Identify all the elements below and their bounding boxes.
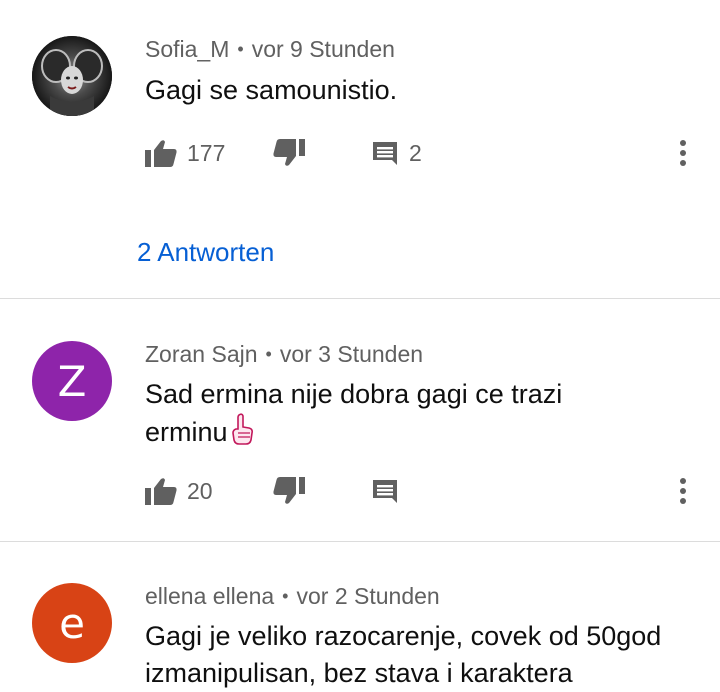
avatar-letter: e (59, 598, 85, 648)
avatar[interactable]: e (32, 583, 112, 663)
more-vertical-icon (680, 140, 686, 166)
divider (0, 541, 720, 542)
author-name[interactable]: Sofia_M (145, 36, 229, 62)
divider (0, 298, 720, 299)
avatar[interactable]: Z (32, 341, 112, 421)
comment-actions: 177 2 (0, 133, 720, 173)
separator-dot: • (282, 586, 289, 606)
pointing-up-emoji-icon (230, 413, 254, 455)
comment-icon (373, 142, 397, 165)
dislike-button[interactable] (273, 471, 305, 511)
comment-time: vor 3 Stunden (279, 341, 424, 367)
comment-meta: ellena ellena • vor 2 Stunden (145, 583, 440, 610)
reply-count: 2 (409, 139, 422, 166)
comment-text-segment: erminu (145, 417, 228, 447)
more-options-button[interactable] (668, 471, 698, 511)
author-name[interactable]: ellena ellena (145, 583, 274, 609)
comment-meta: Sofia_M • vor 9 Stunden (145, 36, 395, 63)
comment-time: vor 2 Stunden (296, 583, 440, 609)
like-button[interactable]: 20 (145, 471, 213, 511)
comment-text-line: erminu (145, 413, 705, 455)
reply-button[interactable] (371, 471, 399, 511)
like-button[interactable]: 177 (145, 133, 225, 173)
comment-text: Gagi se samounistio. (145, 75, 398, 105)
more-vertical-icon (680, 478, 686, 504)
comment-text: Sad ermina nije dobra gagi ce trazi ermi… (145, 376, 705, 455)
like-count: 20 (187, 477, 213, 504)
view-replies-link[interactable]: 2 Antworten (137, 237, 274, 268)
avatar[interactable] (32, 36, 112, 116)
like-count: 177 (187, 139, 226, 166)
comment-text: Gagi je veliko razocarenje, covek od 50g… (145, 618, 705, 692)
dislike-button[interactable] (273, 133, 305, 173)
photo-avatar-icon (32, 36, 112, 116)
comment-time: vor 9 Stunden (251, 36, 395, 62)
comment-text-line: Sad ermina nije dobra gagi ce trazi (145, 379, 563, 409)
separator-dot: • (265, 344, 272, 364)
author-name[interactable]: Zoran Sajn (145, 341, 258, 367)
comment-actions: 20 (0, 471, 720, 511)
thumb-down-icon (273, 139, 305, 166)
thumb-up-icon (145, 478, 177, 505)
thumb-up-icon (145, 140, 177, 167)
reply-button[interactable]: 2 (371, 133, 422, 173)
avatar-letter: Z (57, 356, 87, 406)
thumb-down-icon (273, 477, 305, 504)
more-options-button[interactable] (668, 133, 698, 173)
separator-dot: • (237, 39, 244, 59)
comment-icon (373, 480, 397, 503)
comment-text-line: Gagi je veliko razocarenje, covek od 50g… (145, 621, 662, 651)
comment-meta: Zoran Sajn • vor 3 Stunden (145, 341, 423, 368)
